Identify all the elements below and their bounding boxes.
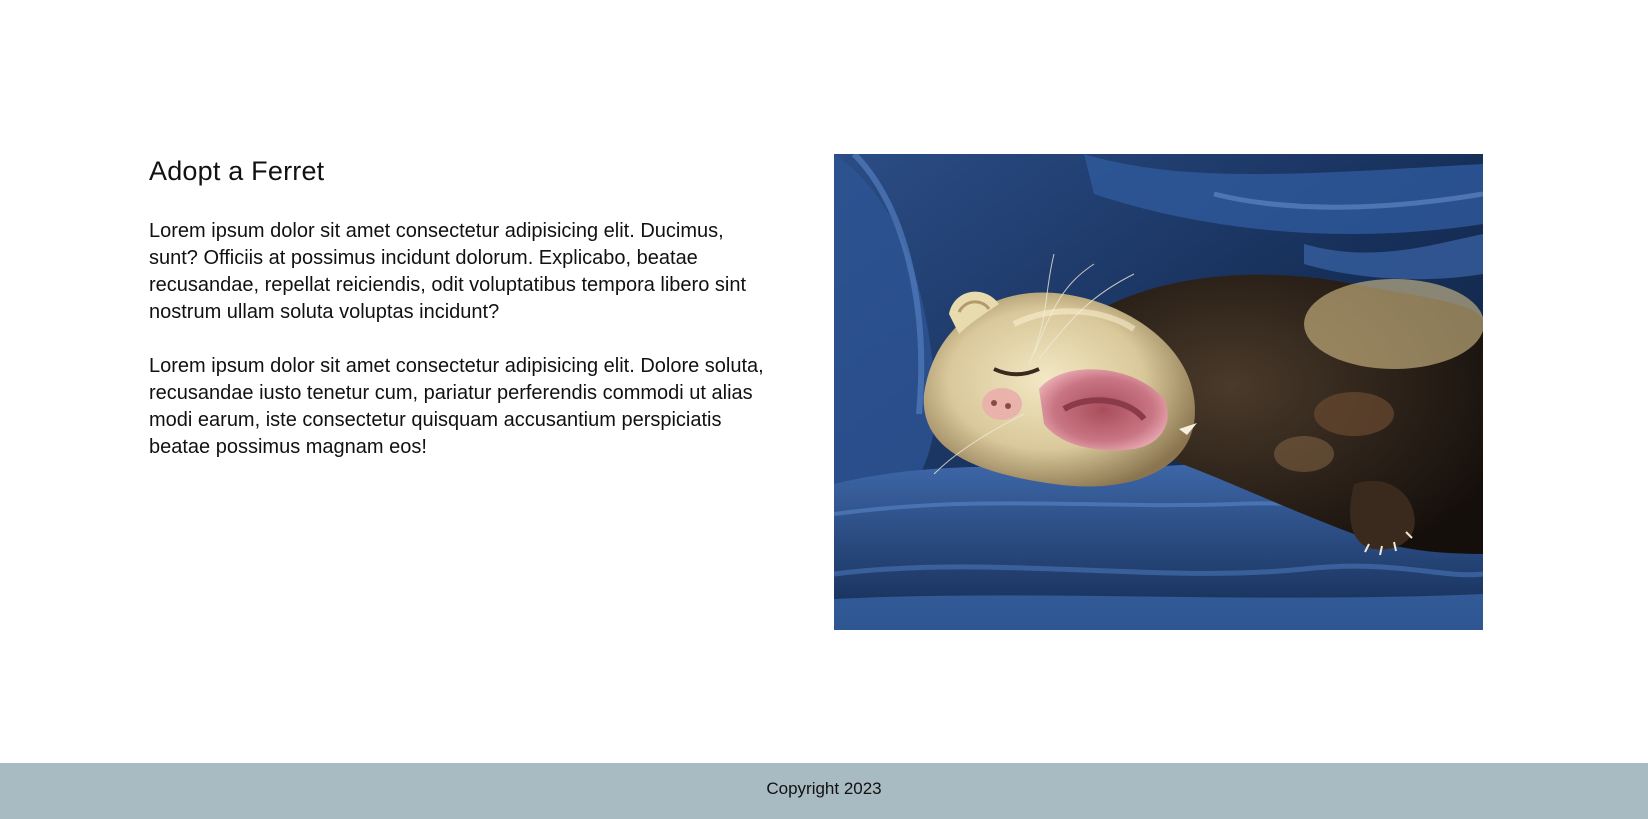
article-paragraph-2: Lorem ipsum dolor sit amet consectetur a… [149, 355, 764, 458]
page-title: Adopt a Ferret [149, 156, 325, 186]
article-section: Adopt a Ferret Lorem ipsum dolor sit ame… [149, 154, 769, 488]
article-paragraph-1: Lorem ipsum dolor sit amet consectetur a… [149, 220, 747, 323]
site-footer: Copyright 2023 [0, 763, 1648, 819]
ferret-photo [834, 154, 1483, 630]
ferret-illustration [834, 154, 1483, 630]
page: Adopt a Ferret Lorem ipsum dolor sit ame… [0, 0, 1648, 819]
copyright-text: Copyright 2023 [766, 779, 882, 798]
